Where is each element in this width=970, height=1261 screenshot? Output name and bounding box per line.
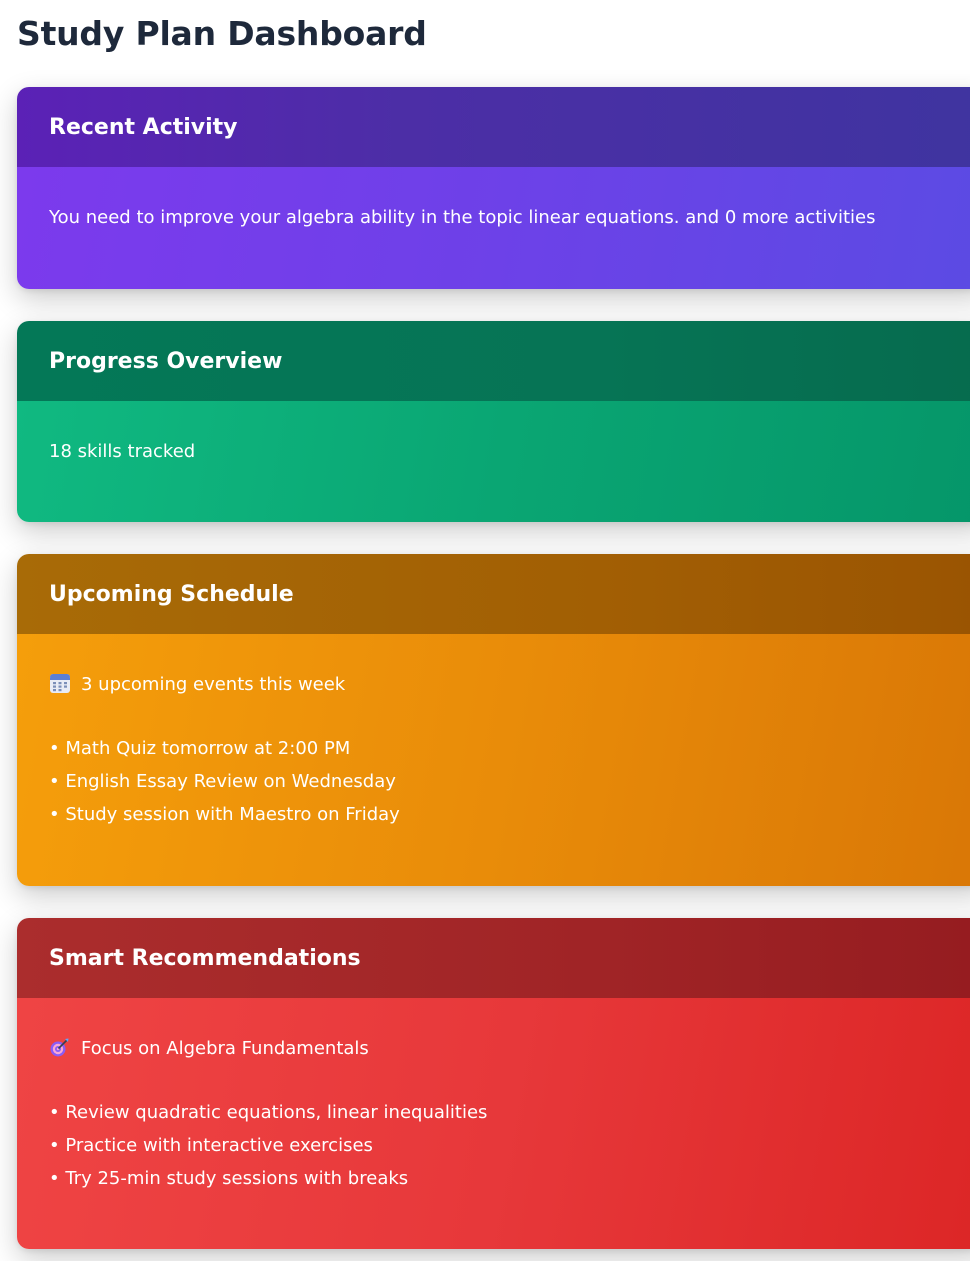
progress-overview-title: Progress Overview xyxy=(49,348,283,374)
progress-overview-header: Progress Overview xyxy=(17,321,970,401)
smart-recommendations-title: Smart Recommendations xyxy=(49,945,361,971)
schedule-item: • Study session with Maestro on Friday xyxy=(49,804,400,825)
recommendation-item: • Try 25-min study sessions with breaks xyxy=(49,1168,409,1189)
schedule-summary-text: 3 upcoming events this week xyxy=(81,674,346,695)
smart-recommendations-card: Smart Recommendations Focus on Algebra F… xyxy=(17,918,970,1249)
page-title: Study Plan Dashboard xyxy=(17,14,427,53)
smart-recommendations-header: Smart Recommendations xyxy=(17,918,970,998)
calendar-icon xyxy=(50,674,70,693)
recent-activity-header: Recent Activity xyxy=(17,87,970,167)
upcoming-schedule-body: 3 upcoming events this week • Math Quiz … xyxy=(17,634,970,886)
recommendation-summary: Focus on Algebra Fundamentals xyxy=(49,1032,970,1065)
recent-activity-text: You need to improve your algebra ability… xyxy=(49,207,876,228)
upcoming-schedule-title: Upcoming Schedule xyxy=(49,581,294,607)
upcoming-schedule-card: Upcoming Schedule 3 upcoming events this… xyxy=(17,554,970,886)
progress-overview-body: 18 skills tracked xyxy=(17,401,970,522)
upcoming-schedule-header: Upcoming Schedule xyxy=(17,554,970,634)
schedule-item: • English Essay Review on Wednesday xyxy=(49,771,396,792)
skills-tracked-text: 18 skills tracked xyxy=(49,441,196,462)
recent-activity-title: Recent Activity xyxy=(49,114,238,140)
schedule-summary: 3 upcoming events this week xyxy=(49,668,970,701)
progress-overview-card: Progress Overview 18 skills tracked xyxy=(17,321,970,522)
recent-activity-card: Recent Activity You need to improve your… xyxy=(17,87,970,289)
recommendation-item: • Review quadratic equations, linear ine… xyxy=(49,1102,488,1123)
recommendation-item: • Practice with interactive exercises xyxy=(49,1135,373,1156)
schedule-item: • Math Quiz tomorrow at 2:00 PM xyxy=(49,738,351,759)
recent-activity-body: You need to improve your algebra ability… xyxy=(17,167,970,289)
smart-recommendations-body: Focus on Algebra Fundamentals • Review q… xyxy=(17,998,970,1249)
target-icon xyxy=(50,1038,69,1057)
recommendation-summary-text: Focus on Algebra Fundamentals xyxy=(81,1038,369,1059)
